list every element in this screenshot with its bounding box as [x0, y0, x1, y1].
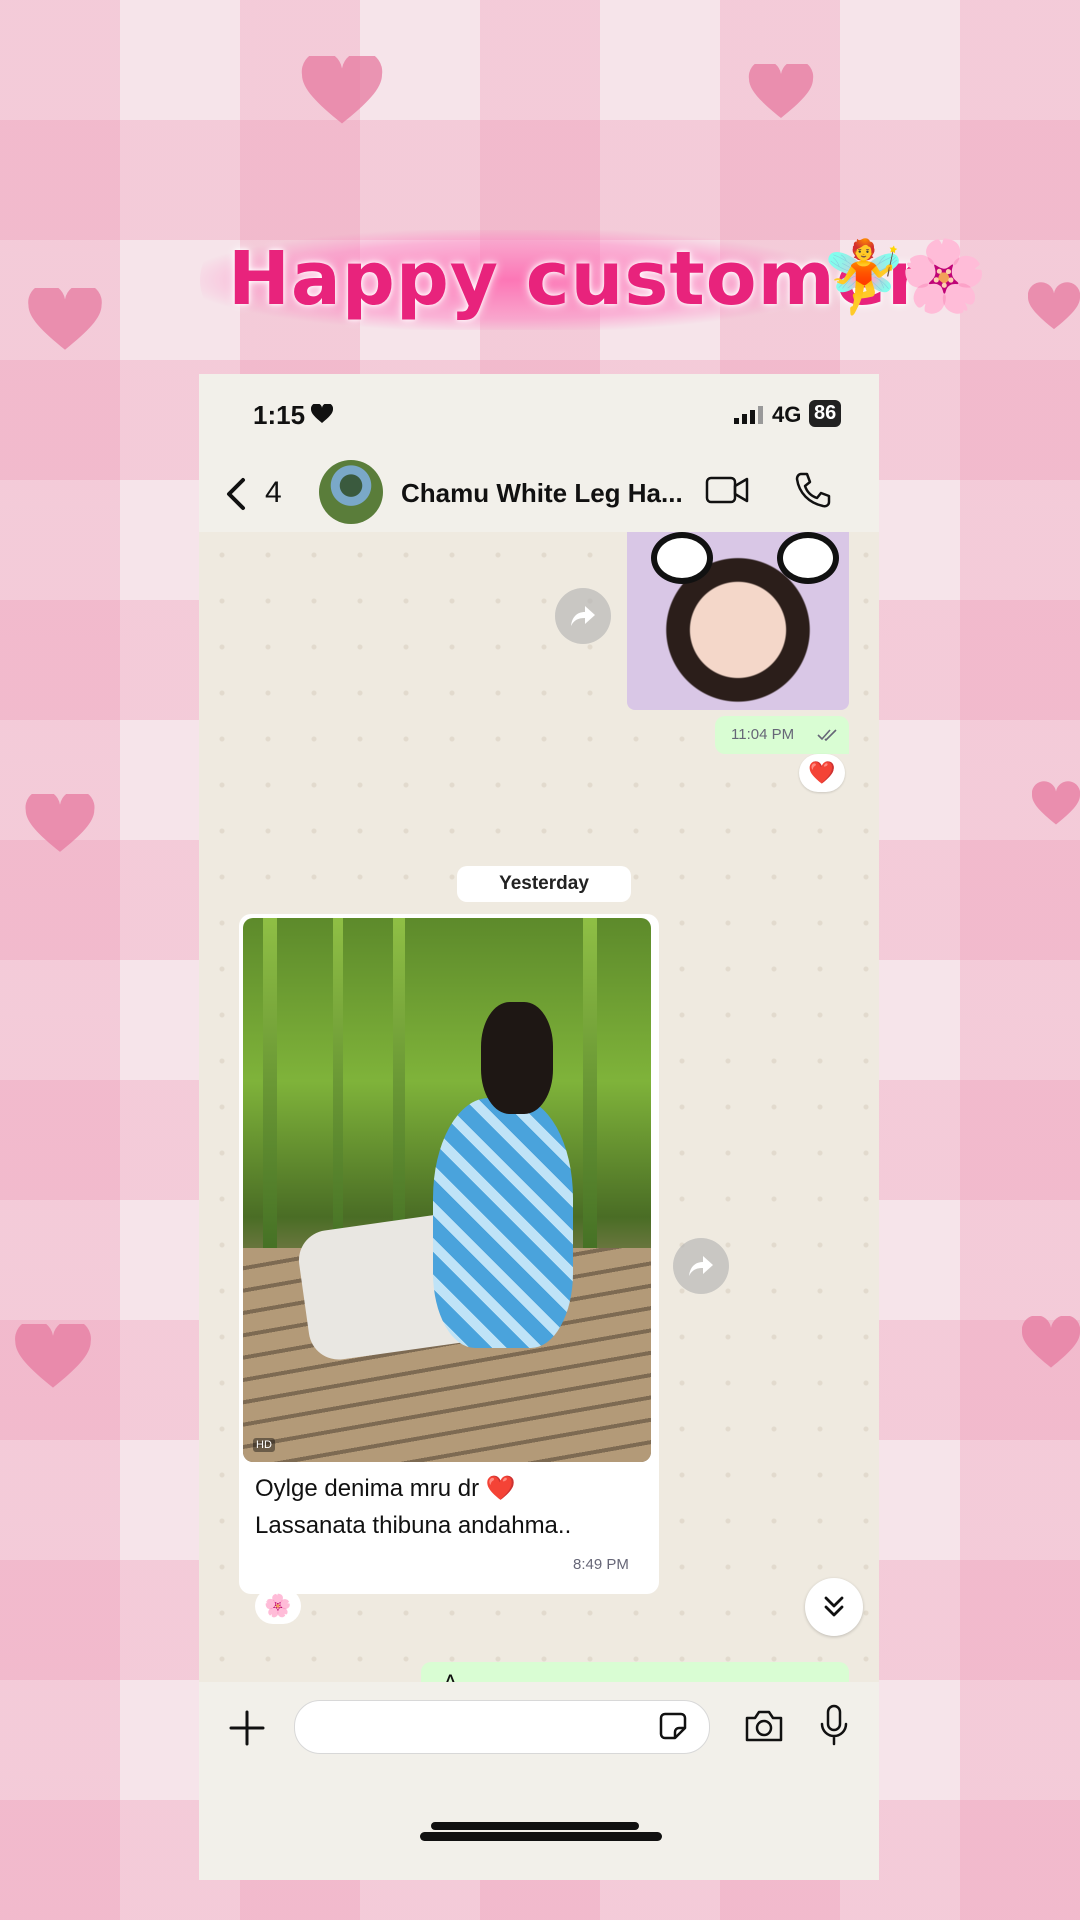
video-call-icon[interactable] [705, 472, 749, 508]
back-icon[interactable] [223, 476, 251, 512]
message-time: 8:49 PM [573, 1556, 629, 1573]
fairy-icon: 🧚 [820, 236, 908, 318]
reaction-badge[interactable]: ❤️ [799, 754, 845, 792]
heart-decoration-icon [301, 56, 383, 124]
image-detail [651, 532, 713, 584]
double-chevron-down-icon [824, 1596, 844, 1617]
heart-decoration-icon [748, 64, 814, 118]
scroll-to-bottom-button[interactable] [805, 1578, 863, 1636]
outgoing-message-meta[interactable]: 11:04 PM [715, 716, 849, 754]
reaction-badge[interactable]: 🌸 [255, 1588, 301, 1624]
hd-badge: HD [253, 1438, 275, 1452]
message-time: 11:04 PM [731, 726, 795, 743]
flower-icon: 🌸 [900, 237, 988, 315]
message-photo[interactable]: HD [243, 918, 651, 1462]
signal-icon [734, 406, 763, 424]
photo-detail [481, 1002, 553, 1114]
mic-icon[interactable] [819, 1704, 849, 1748]
camera-icon[interactable] [743, 1708, 785, 1744]
read-ticks-icon [817, 729, 837, 742]
photo-detail [333, 918, 343, 1278]
heart-decoration-icon [28, 288, 102, 350]
composer [199, 1682, 879, 1880]
heart-decoration-icon [15, 1324, 91, 1388]
date-separator: Yesterday [457, 866, 631, 902]
home-indicator-outer [420, 1832, 662, 1841]
partial-outgoing-message[interactable]: A [421, 1662, 849, 1682]
sticker-icon[interactable] [657, 1710, 689, 1742]
photo-detail [263, 918, 277, 1278]
contact-name[interactable]: Chamu White Leg Ha... [401, 478, 683, 509]
flower-reaction-icon: 🌸 [264, 1593, 292, 1618]
heart-reaction-icon: ❤️ [808, 760, 836, 785]
status-time: 1:15 [253, 400, 306, 430]
heart-decoration-icon [25, 794, 95, 852]
incoming-image-message[interactable]: HD Oylge denima mru dr ❤️ Lassanata thib… [239, 914, 659, 1594]
partial-message-text: A [443, 1670, 458, 1682]
forward-button[interactable] [555, 588, 611, 644]
battery-level: 86 [809, 400, 842, 427]
contact-avatar[interactable] [319, 460, 383, 524]
message-caption-line2: Lassanata thibuna andahma.. [255, 1512, 572, 1539]
status-bar: 1:15 4G 86 [199, 374, 879, 454]
plus-icon[interactable] [229, 1710, 265, 1746]
photo-detail [583, 918, 597, 1278]
voice-call-icon[interactable] [793, 470, 831, 510]
photo-detail [433, 1098, 573, 1348]
home-indicator [431, 1822, 639, 1830]
message-input[interactable] [294, 1700, 710, 1754]
heart-icon [311, 404, 333, 423]
forward-icon [689, 1256, 713, 1276]
image-detail [777, 532, 839, 584]
unread-count[interactable]: 4 [265, 476, 282, 510]
message-caption-line1: Oylge denima mru dr ❤️ [255, 1475, 516, 1502]
chat-header: 4 Chamu White Leg Ha... [199, 454, 879, 534]
forward-icon [571, 606, 595, 626]
chat-screen: 1:15 4G 86 4 Chamu White Leg Ha... 11:04… [199, 374, 879, 1880]
heart-decoration-icon [1022, 1316, 1080, 1368]
heart-decoration-icon [1028, 282, 1080, 330]
network-type: 4G [772, 402, 802, 427]
forward-button[interactable] [673, 1238, 729, 1294]
message-list[interactable]: 11:04 PM ❤️ Yesterday HD Oylge denima mr… [199, 532, 879, 1682]
heart-decoration-icon [1032, 781, 1080, 825]
outgoing-image-message[interactable] [627, 532, 849, 710]
